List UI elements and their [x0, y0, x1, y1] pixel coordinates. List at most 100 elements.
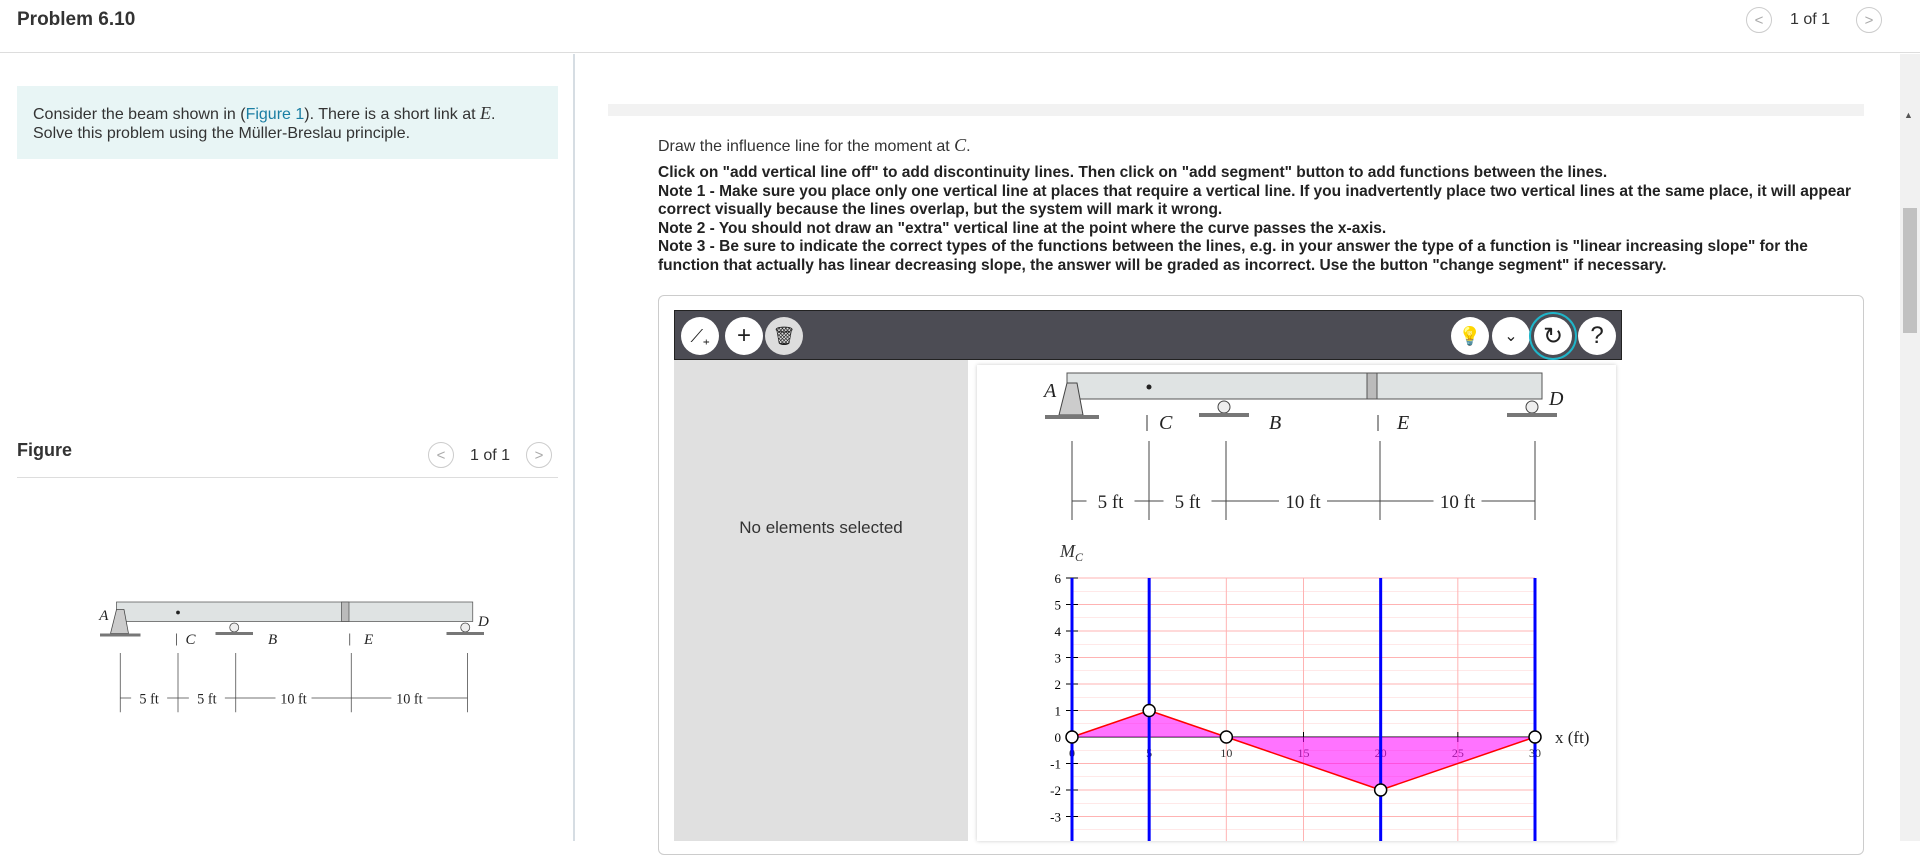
header [0, 0, 1920, 53]
problem-statement: Consider the beam shown in (Figure 1). T… [17, 86, 558, 159]
help-button[interactable]: ? [1578, 317, 1616, 355]
beam [1066, 372, 1543, 400]
chevron-right-icon: > [534, 446, 544, 464]
y-axis-label-sub: C [1075, 550, 1084, 564]
options-dropdown[interactable]: ⌄ [1492, 317, 1530, 355]
label-A: A [98, 608, 109, 624]
problem-title: Problem 6.10 [17, 9, 136, 30]
figure-pager: 1 of 1 [470, 447, 511, 464]
add-segment-button[interactable]: + [725, 317, 763, 355]
support-base-D [1507, 413, 1557, 417]
y-tick-label: 6 [1055, 571, 1062, 586]
delete-button[interactable]: 🗑 [765, 317, 803, 355]
label-D: D [477, 614, 489, 630]
support-base-A [1045, 415, 1099, 419]
y-tick-label: 4 [1055, 624, 1062, 639]
prev-problem-button[interactable]: < [1746, 7, 1772, 33]
prompt-text: Draw the influence line for the moment a… [658, 138, 955, 155]
dimension-label: 10 ft [1285, 492, 1321, 513]
support-base-B [215, 632, 253, 635]
support-base-B [1199, 413, 1249, 417]
add-segment-icon: + [736, 322, 751, 349]
roller-support-B [1217, 400, 1231, 414]
scrollbar[interactable] [1900, 54, 1920, 841]
label-A: A [1042, 380, 1057, 402]
dimension-label: 10 ft [1440, 492, 1476, 513]
link-var: E [480, 103, 492, 123]
y-tick-label: 0 [1055, 730, 1062, 745]
instructions: Click on "add vertical line off" to add … [658, 164, 1868, 275]
prev-figure-button[interactable]: < [428, 442, 454, 468]
support-base-A [100, 633, 141, 637]
problem-text-line2: Solve this problem using the Müller-Bres… [33, 125, 411, 142]
widget-toolbar: ⟋₊ + 🗑 💡 ⌄ ↻ ? [674, 310, 1622, 360]
help-icon: ? [1590, 322, 1604, 349]
graph-point [1142, 703, 1156, 718]
y-axis-label: MC [1059, 541, 1084, 564]
chevron-left-icon: < [1754, 11, 1764, 29]
problem-text: . [491, 106, 496, 123]
graph-point [1373, 783, 1388, 797]
redo-icon: ↻ [1542, 322, 1564, 350]
y-tick-label: -3 [1050, 810, 1061, 825]
figure-label: Figure [17, 440, 73, 460]
selection-status: No elements selected [739, 518, 903, 537]
label-B: B [268, 632, 277, 648]
x-axis-label: x (ft) [1555, 728, 1589, 747]
dimension-label: 5 ft [1098, 492, 1125, 513]
graph-point [1219, 730, 1234, 744]
add-vertical-line-button[interactable]: ⟋₊ [681, 317, 719, 355]
chevron-left-icon: < [436, 446, 446, 464]
problem-pager: 1 of 1 [1790, 11, 1831, 28]
graph-point [1065, 730, 1079, 744]
short-link-E [341, 601, 350, 622]
dimension-label: 5 ft [139, 691, 158, 707]
redo-button[interactable]: ↻ [1529, 312, 1577, 360]
y-tick-label: 3 [1055, 651, 1062, 666]
figure-link[interactable]: Figure 1 [246, 106, 305, 123]
roller-support-D [1525, 400, 1539, 414]
x-tick-label: 10 [1220, 746, 1232, 760]
scrollbar-thumb[interactable] [1903, 208, 1917, 333]
y-tick-label: 1 [1055, 704, 1062, 719]
label-C: C [1159, 412, 1173, 434]
question-prompt: Draw the influence line for the moment a… [658, 135, 971, 155]
label-E: E [363, 632, 373, 648]
beam-figure-small: A C B E D 5 ft 5 ft 10 ft 10 ft [98, 601, 489, 713]
note-2: Note 2 - You should not draw an "extra" … [658, 219, 1387, 237]
trash-icon: 🗑 [772, 325, 796, 346]
y-tick-label: -1 [1050, 757, 1061, 772]
chevron-down-icon: ⌄ [1504, 328, 1518, 345]
dimension-label: 5 ft [1175, 492, 1202, 513]
graph-point [1528, 730, 1542, 744]
y-tick-label: 2 [1055, 677, 1062, 692]
roller-support-B [229, 622, 240, 633]
label-E: E [1396, 412, 1409, 434]
problem-text: ). There is a short link at [304, 106, 481, 123]
chevron-right-icon: > [1864, 11, 1874, 29]
label-C: C [186, 632, 197, 648]
drawing-canvas[interactable]: ACBED5 ft5 ft10 ft10 ftMC6543210-1-2-305… [977, 365, 1616, 844]
point-C-marker [176, 610, 180, 615]
hint-lightbulb-icon: 💡 [1458, 325, 1482, 346]
influence-line-graph[interactable]: ACBED5 ft5 ft10 ft10 ftMC6543210-1-2-305… [977, 365, 1616, 844]
hint-button[interactable]: 💡 [1451, 317, 1489, 355]
next-figure-button[interactable]: > [526, 442, 552, 468]
divider [17, 477, 558, 478]
instruction-line: Click on "add vertical line off" to add … [658, 164, 1608, 181]
point-C-marker [1146, 384, 1152, 390]
dimension-label: 10 ft [396, 691, 423, 707]
next-problem-button[interactable]: > [1856, 7, 1882, 33]
label-D: D [1548, 388, 1564, 410]
scroll-up-icon[interactable]: ▲ [1904, 110, 1913, 120]
y-tick-label: 5 [1055, 598, 1062, 613]
short-link-E [1366, 372, 1378, 400]
beam [116, 601, 474, 622]
part-header-bar [608, 104, 1864, 116]
problem-text: Consider the beam shown in ( [33, 106, 246, 123]
add-vertical-line-icon: ⟋₊ [690, 325, 710, 346]
dimension-label: 5 ft [197, 691, 216, 707]
dimension-label: 10 ft [280, 691, 307, 707]
prompt-var: C [954, 135, 967, 155]
support-base-D [446, 632, 484, 635]
